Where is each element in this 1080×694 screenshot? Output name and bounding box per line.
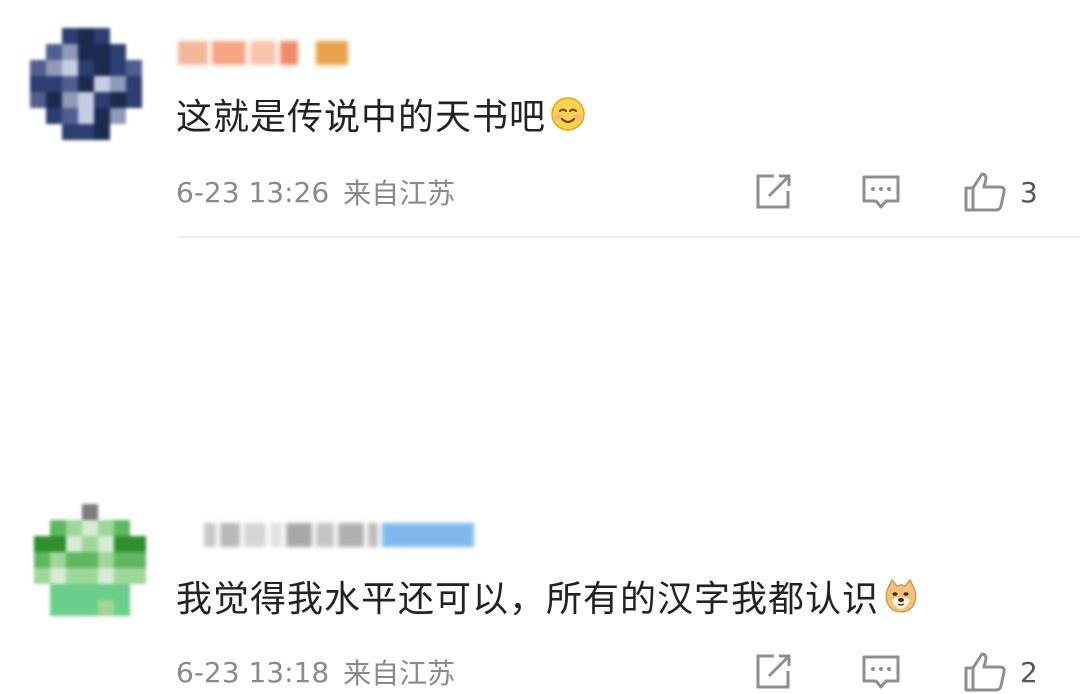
comment-item: 这就是传说中的天书吧 6-23 13:26 来自江苏 3: [0, 0, 1080, 236]
comment-time: 6-23 13:26: [176, 175, 330, 209]
comment-location: 来自江苏: [343, 177, 456, 210]
username-blurred[interactable]: [204, 520, 474, 550]
username-blurred[interactable]: [178, 38, 348, 68]
reply-button[interactable]: [860, 170, 902, 214]
comment-text-content: 这就是传说中的天书吧: [176, 97, 547, 138]
comment-text: 我觉得我水平还可以，所有的汉字我都认识: [176, 572, 919, 620]
share-button[interactable]: [752, 650, 794, 694]
like-icon: [964, 652, 1006, 692]
comment-text-content: 我觉得我水平还可以，所有的汉字我都认识: [176, 579, 880, 620]
share-icon: [756, 174, 791, 209]
comment-item: 我觉得我水平还可以，所有的汉字我都认识 6-23 13:18 来自江苏 2: [0, 238, 1080, 692]
avatar[interactable]: [30, 28, 142, 140]
reply-button[interactable]: [860, 650, 902, 694]
comment-time: 6-23 13:18: [176, 655, 330, 689]
comment-meta: 6-23 13:26 来自江苏: [176, 172, 455, 212]
like-button[interactable]: 3: [962, 170, 1038, 214]
comment-icon: [862, 655, 900, 689]
comment-text: 这就是传说中的天书吧: [176, 90, 586, 138]
avatar[interactable]: [34, 504, 146, 616]
comment-icon: [862, 175, 900, 209]
like-count: 2: [1020, 655, 1038, 689]
like-button[interactable]: 2: [962, 650, 1038, 694]
smile-emoji-icon: [551, 97, 585, 131]
comment-location: 来自江苏: [343, 657, 456, 690]
like-count: 3: [1020, 175, 1038, 209]
comment-meta: 6-23 13:18 来自江苏: [176, 652, 455, 692]
share-button[interactable]: [752, 170, 794, 214]
doge-emoji-icon: [885, 578, 917, 613]
share-icon: [756, 654, 791, 689]
like-icon: [964, 172, 1006, 212]
